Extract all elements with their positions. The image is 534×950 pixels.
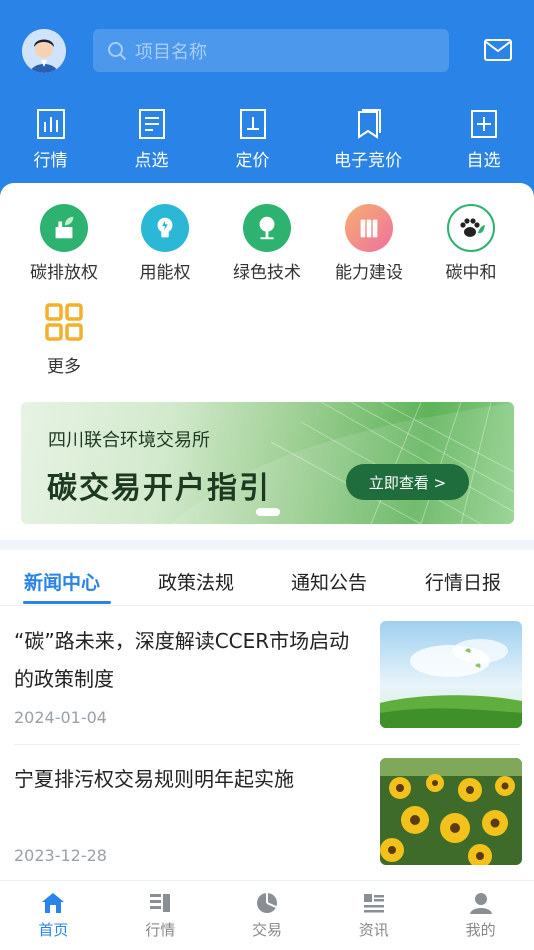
top-nav-market[interactable]: 行情 <box>0 108 101 172</box>
bottom-tab-home[interactable]: 首页 <box>0 881 107 950</box>
category-label: 能力建设 <box>335 263 403 283</box>
bar-chart-icon <box>36 109 65 139</box>
bottom-tab-trade[interactable]: 交易 <box>214 881 321 950</box>
category-more[interactable]: 更多 <box>13 298 115 377</box>
category-carbon-emission[interactable]: 碳排放权 <box>13 204 115 283</box>
news-tabs: 新闻中心 政策法规 通知公告 行情日报 <box>0 550 534 606</box>
active-tab-indicator <box>23 601 111 604</box>
tab-market-daily[interactable]: 行情日报 <box>425 568 501 595</box>
tab-policy[interactable]: 政策法规 <box>158 568 234 595</box>
bottom-tab-label: 资讯 <box>358 921 389 939</box>
category-capacity-building[interactable]: 能力建设 <box>318 204 420 283</box>
top-nav-label: 行情 <box>33 151 68 171</box>
news-icon <box>363 894 384 913</box>
top-nav-label: 点选 <box>134 151 169 171</box>
document-list-icon <box>138 109 165 139</box>
mail-icon[interactable] <box>484 39 512 61</box>
top-nav-label: 电子竞价 <box>334 151 402 171</box>
tab-notices[interactable]: 通知公告 <box>291 568 367 595</box>
category-energy-right[interactable]: 用能权 <box>114 204 216 283</box>
news-thumbnail <box>380 758 522 865</box>
home-icon <box>42 893 65 913</box>
category-label: 碳排放权 <box>30 263 98 283</box>
category-green-tech[interactable]: 绿色技术 <box>216 204 318 283</box>
avatar-icon <box>22 29 66 73</box>
bottom-tab-label: 行情 <box>145 921 176 939</box>
news-divider <box>14 744 520 745</box>
news-date: 2023-12-28 <box>14 846 107 865</box>
tab-news-center[interactable]: 新闻中心 <box>24 568 100 595</box>
bottom-tab-label: 交易 <box>251 921 282 939</box>
top-nav-pricing[interactable]: 定价 <box>202 108 303 172</box>
top-nav-favorites[interactable]: 自选 <box>433 108 534 172</box>
market-list-icon <box>150 894 171 912</box>
news-date: 2024-01-04 <box>14 708 107 727</box>
news-title: “碳”路未来，深度解读CCER市场启动的政策制度 <box>14 629 350 691</box>
grid-icon <box>40 298 88 346</box>
top-nav-auction[interactable]: 电子竞价 <box>303 108 433 172</box>
category-label: 更多 <box>47 357 81 377</box>
category-label: 绿色技术 <box>233 263 301 283</box>
carousel-indicator[interactable] <box>256 508 280 516</box>
user-avatar[interactable] <box>22 29 66 73</box>
banner-title: 碳交易开户指引 <box>47 471 271 506</box>
top-nav-label: 自选 <box>466 151 501 171</box>
bottom-tab-news[interactable]: 资讯 <box>320 881 427 950</box>
category-label: 用能权 <box>139 263 191 283</box>
app-header: 项目名称 行情 点选 定价 电子竞价 自选 <box>0 0 534 200</box>
top-nav-select[interactable]: 点选 <box>101 108 202 172</box>
category-carbon-neutral[interactable]: 碳中和 <box>420 204 522 283</box>
price-tag-icon <box>239 109 266 139</box>
bottom-tab-profile[interactable]: 我的 <box>427 881 534 950</box>
top-nav: 行情 点选 定价 电子竞价 自选 <box>0 108 534 172</box>
news-title: 宁夏排污权交易规则明年起实施 <box>14 767 294 791</box>
search-box[interactable]: 项目名称 <box>93 29 449 72</box>
banner-view-button[interactable]: 立即查看 > <box>346 464 469 500</box>
paw-leaf-icon <box>447 204 495 252</box>
news-thumbnail <box>380 621 522 728</box>
top-nav-label: 定价 <box>235 151 270 171</box>
bottom-tab-label: 首页 <box>38 921 69 939</box>
bottom-tab-label: 我的 <box>465 921 496 939</box>
search-placeholder: 项目名称 <box>135 41 207 63</box>
profile-icon <box>469 893 492 914</box>
plus-square-icon <box>470 110 497 138</box>
pie-chart-icon <box>256 893 277 913</box>
section-divider <box>0 540 534 550</box>
tree-icon <box>243 204 291 252</box>
bottom-tab-bar: 首页 行情 交易 资讯 我的 <box>0 880 534 950</box>
lightbulb-icon <box>141 204 189 252</box>
banner-subtitle: 四川联合环境交易所 <box>48 430 210 451</box>
category-label: 碳中和 <box>445 263 497 283</box>
books-icon <box>345 204 393 252</box>
search-icon <box>108 41 126 60</box>
factory-leaf-icon <box>40 204 88 252</box>
bottom-tab-market[interactable]: 行情 <box>107 881 214 950</box>
promo-banner[interactable]: 四川联合环境交易所 碳交易开户指引 立即查看 > <box>21 402 514 524</box>
bookmark-icon <box>358 109 381 139</box>
